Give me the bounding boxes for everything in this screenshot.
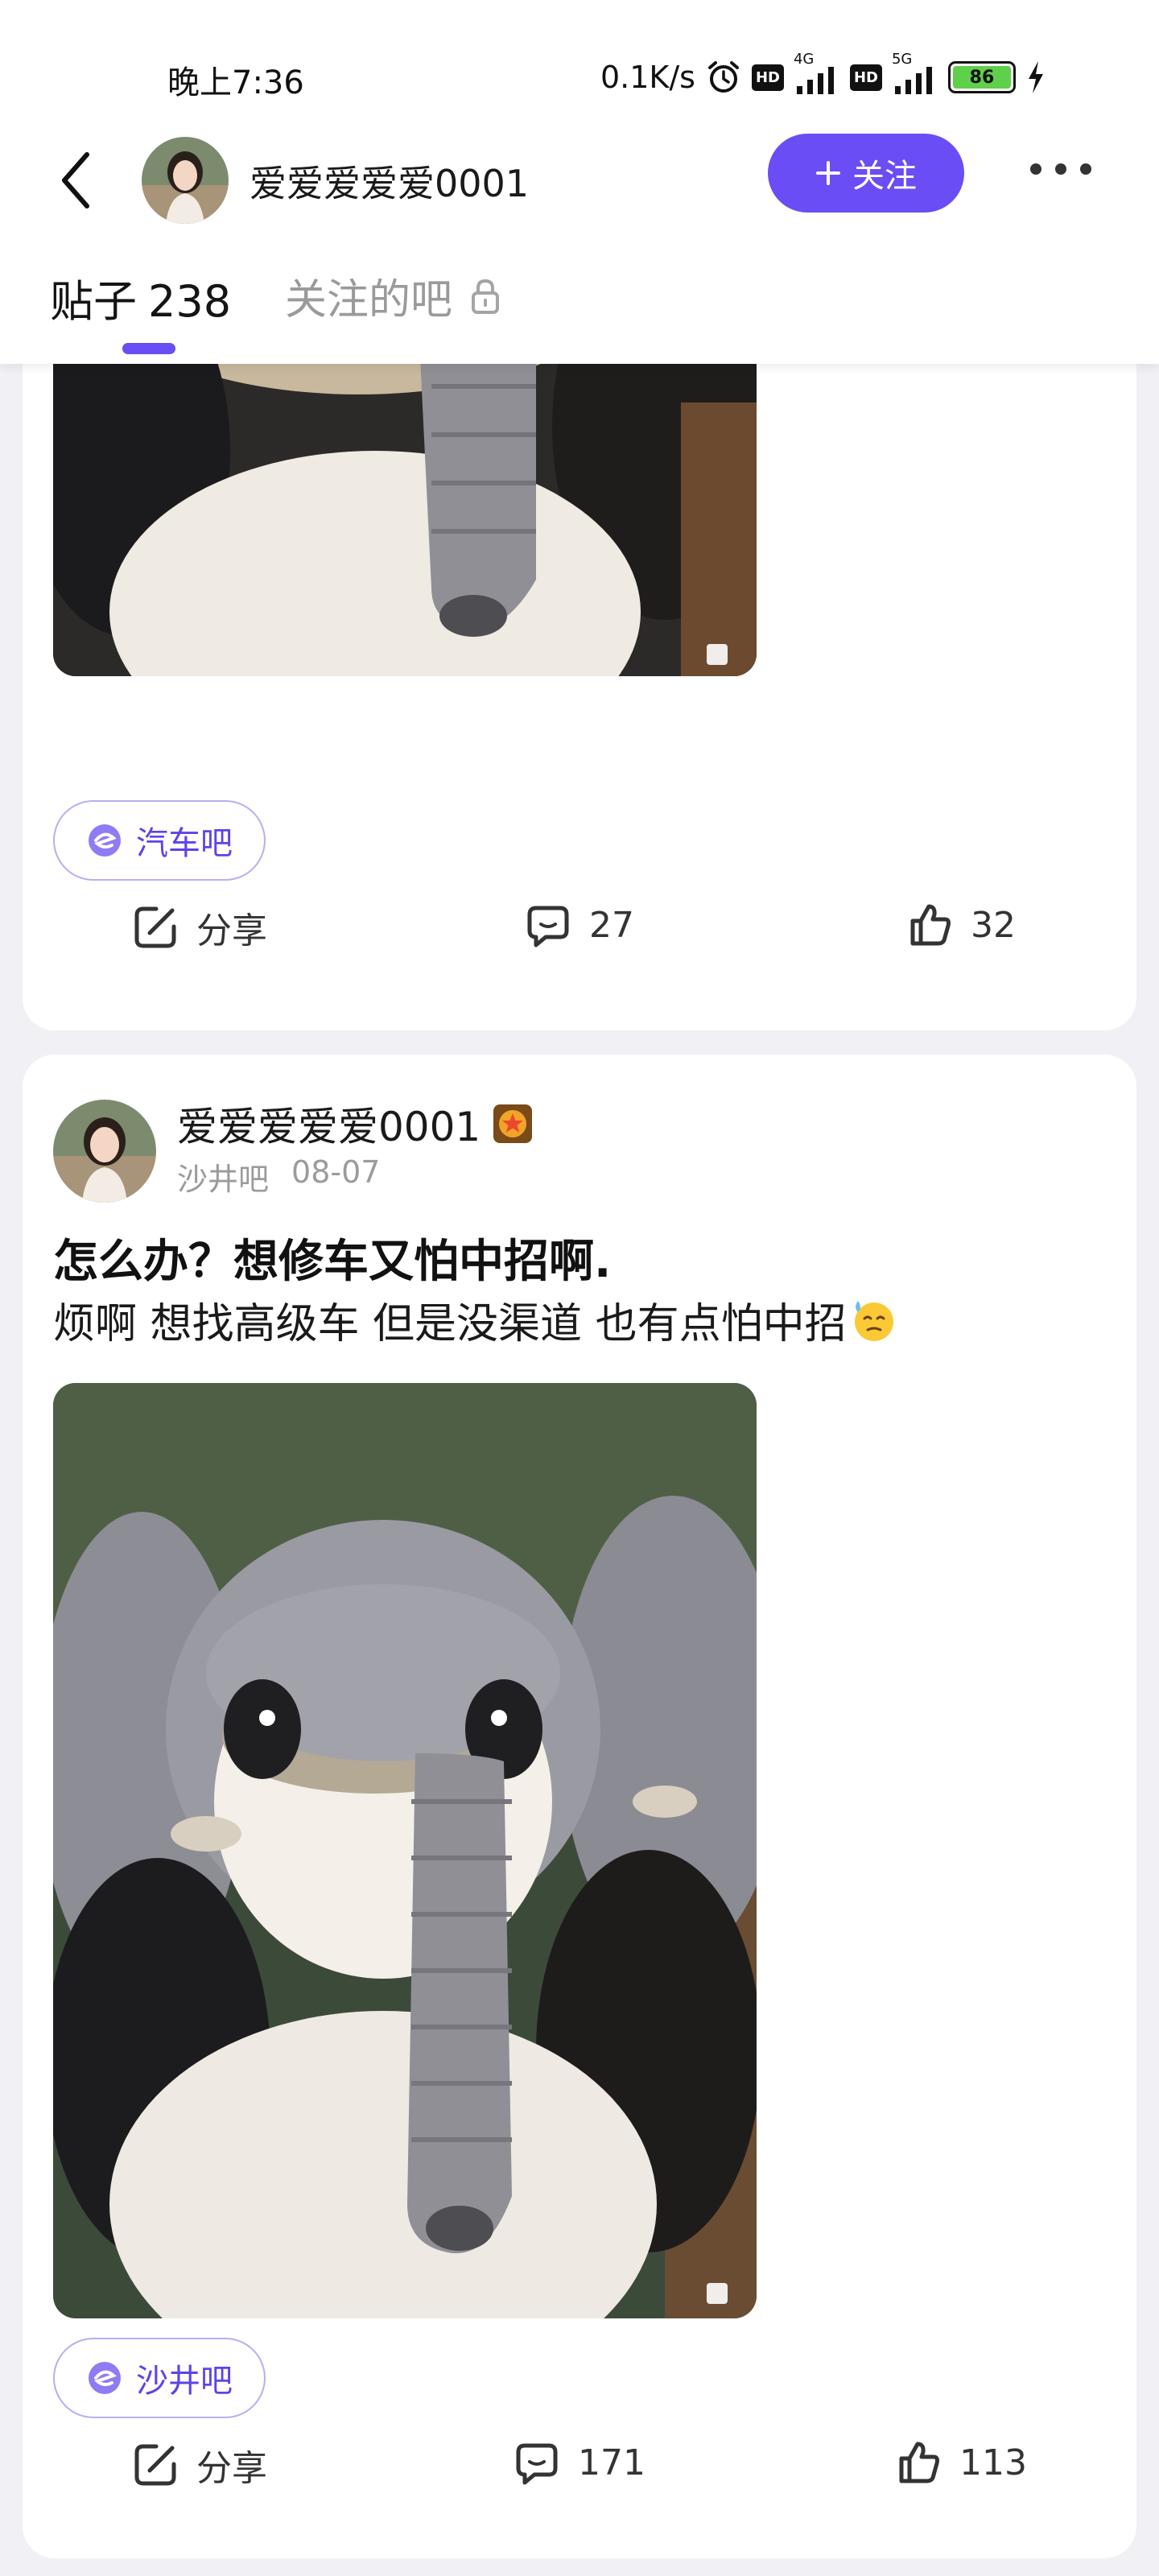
plus-icon (816, 161, 840, 185)
more-options-icon[interactable] (1030, 161, 1091, 177)
forum-tag-label: 沙井吧 (136, 2363, 233, 2400)
level-badge-icon (493, 1104, 533, 1143)
battery-level: 86 (952, 66, 1011, 89)
share-button[interactable]: 分享 (132, 902, 267, 953)
like-button[interactable]: 32 (906, 902, 1016, 948)
profile-header: 晚上7:36 0.1K/s HD 4G HD 5G 86 爱爱爱爱爱0001 关… (0, 0, 1159, 364)
post-title[interactable]: 怎么办？想修车又怕中招啊. (53, 1225, 611, 1290)
share-icon (134, 2444, 176, 2486)
comment-count: 27 (589, 904, 634, 946)
signal-5g: 5G (892, 51, 938, 96)
comment-icon (516, 2443, 558, 2485)
follow-label: 关注 (852, 158, 917, 195)
avatar[interactable] (142, 137, 229, 224)
post-actions: 分享 27 32 (23, 902, 1136, 966)
sweat-smile-emoji-icon (854, 1300, 893, 1341)
back-arrow-icon[interactable] (53, 150, 101, 211)
alarm-icon (707, 61, 739, 93)
post-date: 08-07 (291, 1154, 381, 1190)
author-name-text: 爱爱爱爱爱0001 (177, 1104, 481, 1150)
comment-button[interactable]: 171 (514, 2439, 645, 2486)
like-count: 113 (959, 2442, 1027, 2483)
post-actions: 分享 171 113 (23, 2439, 1136, 2504)
hd-badge: HD (751, 64, 784, 91)
forum-tag[interactable]: 沙井吧 (53, 2338, 266, 2418)
network-speed: 0.1K/s (600, 60, 695, 95)
profile-username: 爱爱爱爱爱0001 (250, 162, 530, 205)
comment-count: 171 (578, 2442, 645, 2483)
status-indicators: 0.1K/s HD 4G HD 5G 86 (600, 51, 1046, 100)
battery-icon: 86 (947, 61, 1016, 93)
lock-icon (472, 279, 500, 314)
forum-logo-icon (89, 824, 121, 857)
post-image[interactable] (53, 1383, 757, 2318)
tab-posts-label: 贴子 (50, 276, 137, 327)
author-avatar[interactable] (53, 1100, 156, 1203)
author-name[interactable]: 爱爱爱爱爱0001 (177, 1095, 534, 1153)
hd-badge: HD (849, 64, 882, 91)
charging-icon (1028, 61, 1043, 93)
share-label: 分享 (196, 910, 267, 952)
forum-tag[interactable]: 汽车吧 (53, 800, 266, 881)
post-card[interactable]: 爱爱爱爱爱0001 沙井吧 08-07 怎么办？想修车又怕中招啊. 烦啊 想找高… (23, 1055, 1136, 2558)
comment-icon (527, 906, 569, 947)
active-tab-indicator (122, 343, 175, 354)
tab-posts-count: 238 (148, 276, 232, 327)
share-label: 分享 (196, 2448, 267, 2489)
post-body[interactable]: 烦啊 想找高级车 但是没渠道 也有点怕中招 (53, 1290, 898, 1350)
share-icon (134, 906, 176, 948)
status-time: 晚上7:36 (167, 64, 304, 101)
top-nav: 爱爱爱爱爱0001 关注 (0, 129, 1159, 232)
post-card[interactable]: 汽车吧 分享 27 32 (23, 306, 1136, 1030)
tab-followed-bars-label: 关注的吧 (285, 276, 453, 324)
forum-tag-label: 汽车吧 (136, 825, 233, 862)
signal-4g-label: 4G (793, 51, 815, 68)
thumbs-up-icon (910, 904, 951, 946)
status-bar: 晚上7:36 0.1K/s HD 4G HD 5G 86 (0, 48, 1159, 113)
post-meta: 沙井吧 08-07 (177, 1154, 380, 1199)
profile-tabs: 贴子 238 关注的吧 (0, 266, 1159, 362)
signal-5g-label: 5G (891, 51, 913, 68)
thumbs-up-icon (899, 2442, 939, 2483)
post-forum[interactable]: 沙井吧 (177, 1154, 269, 1199)
tab-posts[interactable]: 贴子 238 (50, 266, 231, 329)
follow-button[interactable]: 关注 (768, 134, 964, 213)
forum-logo-icon (89, 2362, 121, 2394)
like-count: 32 (971, 904, 1016, 946)
share-button[interactable]: 分享 (132, 2439, 267, 2491)
signal-4g: 4G (794, 51, 840, 96)
comment-button[interactable]: 27 (525, 902, 634, 948)
post-body-text: 烦啊 想找高级车 但是没渠道 也有点怕中招 (53, 1300, 847, 1348)
like-button[interactable]: 113 (895, 2439, 1027, 2486)
tab-followed-bars[interactable]: 关注的吧 (285, 266, 502, 326)
